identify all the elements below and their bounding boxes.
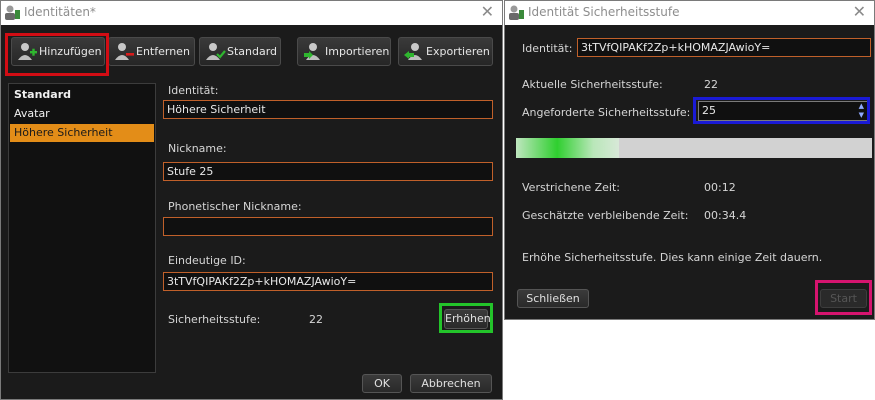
- export-button[interactable]: Exportieren: [398, 37, 493, 66]
- list-item[interactable]: Standard: [10, 86, 154, 104]
- nickname-label: Nickname:: [168, 142, 227, 155]
- requested-level-highlight: [693, 97, 870, 124]
- remaining-time-label: Geschätzte verbleibende Zeit:: [522, 209, 689, 222]
- import-button[interactable]: Importieren: [297, 37, 391, 66]
- unique-id-field[interactable]: 3tTVfQIPAKf2Zp+kHOMAZJAwioY=: [163, 272, 493, 291]
- security-titlebar: Identität Sicherheitsstufe ✕: [505, 1, 874, 25]
- identity-list[interactable]: Standard Avatar Höhere Sicherheit: [8, 83, 156, 373]
- import-button-label: Importieren: [325, 45, 390, 58]
- identities-window: Identitäten* ✕ Hinzufügen Entfernen Stan…: [0, 0, 503, 400]
- window-title: Identitäten*: [24, 5, 96, 19]
- security-level-window: Identität Sicherheitsstufe ✕ Identität: …: [504, 0, 875, 320]
- identity-id-field[interactable]: 3tTVfQIPAKf2Zp+kHOMAZJAwioY=: [577, 38, 871, 57]
- remove-button-label: Entfernen: [136, 45, 190, 58]
- standard-button-label: Standard: [227, 45, 278, 58]
- remove-button[interactable]: Entfernen: [108, 37, 195, 66]
- default-user-icon: [206, 43, 226, 60]
- export-user-icon: [404, 43, 422, 60]
- requested-level-label: Angeforderte Sicherheitsstufe:: [522, 106, 691, 119]
- user-icon: [509, 5, 524, 20]
- standard-button[interactable]: Standard: [199, 37, 281, 66]
- list-item-selected[interactable]: Höhere Sicherheit: [10, 124, 154, 142]
- close-icon[interactable]: ✕: [481, 2, 494, 22]
- raise-button-highlight: [439, 303, 493, 333]
- identity-label: Identität:: [522, 42, 573, 55]
- ok-button[interactable]: OK: [362, 374, 402, 393]
- phonetic-nickname-label: Phonetischer Nickname:: [168, 200, 302, 213]
- remove-user-icon: [115, 43, 134, 60]
- window-title: Identität Sicherheitsstufe: [528, 5, 680, 19]
- close-button[interactable]: Schließen: [517, 289, 589, 308]
- status-text: Erhöhe Sicherheitsstufe. Dies kann einig…: [522, 251, 823, 264]
- progress-bar: [516, 138, 872, 158]
- close-icon[interactable]: ✕: [853, 2, 866, 22]
- current-level-label: Aktuelle Sicherheitsstufe:: [522, 78, 663, 91]
- identity-label: Identität:: [168, 84, 219, 97]
- security-level-label: Sicherheitsstufe:: [168, 313, 261, 326]
- nickname-field[interactable]: Stufe 25: [163, 162, 493, 181]
- progress-fill: [516, 138, 620, 158]
- cancel-button[interactable]: Abbrechen: [410, 374, 492, 393]
- remaining-time-value: 00:34.4: [704, 209, 747, 222]
- elapsed-time-label: Verstrichene Zeit:: [522, 181, 620, 194]
- start-button-highlight: [815, 280, 872, 315]
- list-item[interactable]: Avatar: [10, 105, 154, 123]
- identity-field[interactable]: Höhere Sicherheit: [163, 100, 493, 119]
- user-icon: [5, 5, 20, 20]
- import-user-icon: [304, 43, 320, 60]
- unique-id-label: Eindeutige ID:: [168, 254, 246, 267]
- export-button-label: Exportieren: [426, 45, 490, 58]
- phonetic-nickname-field[interactable]: [163, 217, 493, 236]
- elapsed-time-value: 00:12: [704, 181, 736, 194]
- add-button-highlight: [5, 33, 109, 76]
- security-level-value: 22: [309, 313, 323, 326]
- current-level-value: 22: [704, 78, 718, 91]
- identities-titlebar: Identitäten* ✕: [1, 1, 502, 25]
